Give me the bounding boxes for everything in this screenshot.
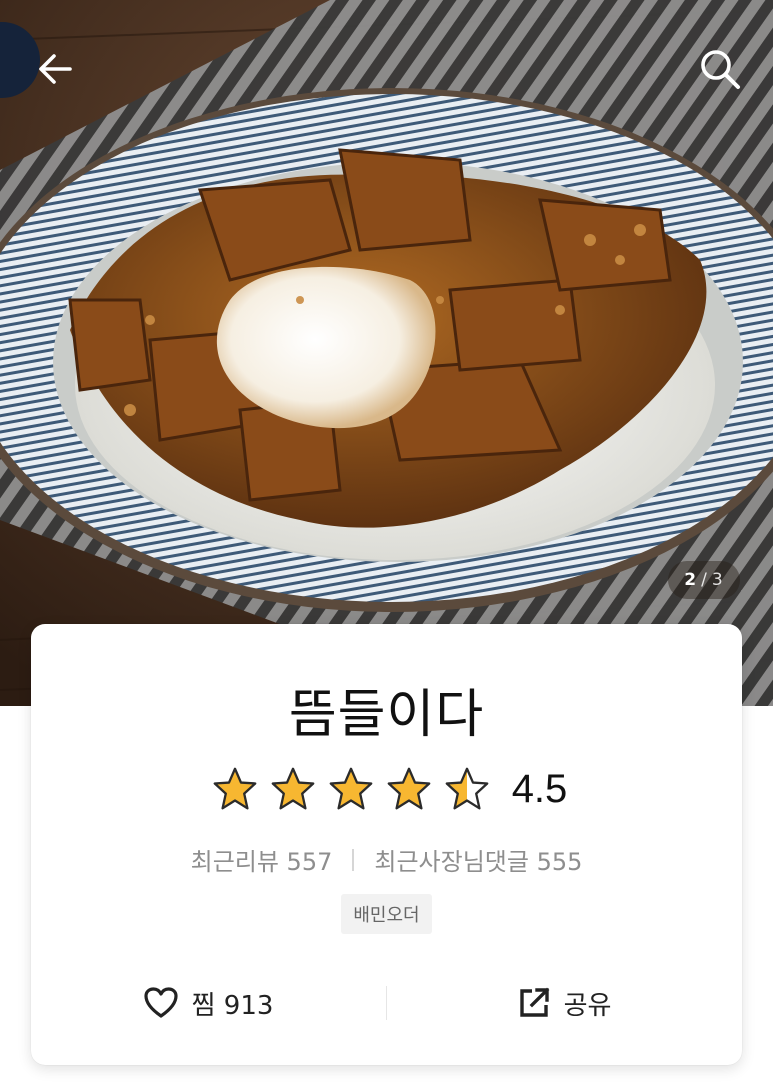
star-full-icon — [271, 767, 315, 810]
food-photo — [0, 0, 773, 706]
star-full-icon — [387, 767, 431, 810]
review-stats: 최근리뷰 557 최근사장님댓글 555 — [31, 842, 742, 877]
rating-row: 4.5 — [31, 766, 742, 812]
star-full-icon — [213, 767, 257, 810]
page-current: 2 — [684, 570, 698, 590]
arrow-left-icon — [39, 54, 72, 84]
rating-value: 4.5 — [511, 766, 568, 811]
share-icon — [519, 987, 549, 1017]
share-label: 공유 — [563, 990, 612, 1021]
badge-wrap: 배민오더 — [31, 894, 742, 934]
page-total: 3 — [711, 570, 724, 590]
back-button[interactable] — [30, 44, 80, 94]
hero-image[interactable]: 2 / 3 — [0, 0, 773, 706]
stats-divider — [352, 848, 355, 871]
like-button[interactable]: 찜 913 — [31, 985, 386, 1022]
recent-owner-replies-link[interactable]: 최근사장님댓글 555 — [374, 842, 582, 877]
image-page-indicator: 2 / 3 — [668, 561, 740, 599]
store-name: 뜸들이다 — [288, 685, 485, 745]
heart-outline-icon — [143, 987, 178, 1018]
star-full-icon — [329, 767, 373, 810]
store-info-card: 뜸들이다 4.5 최근리뷰 557 최근사장님댓글 555 배민오더 찜 913… — [31, 624, 742, 1065]
recent-reviews-link[interactable]: 최근리뷰 557 — [191, 842, 333, 877]
share-button[interactable]: 공유 — [387, 985, 742, 1022]
search-icon — [701, 50, 740, 89]
baemin-order-badge: 배민오더 — [341, 894, 432, 934]
search-button[interactable] — [695, 44, 745, 94]
like-label: 찜 913 — [191, 990, 274, 1021]
page-separator: / — [701, 570, 708, 590]
action-bar: 찜 913 공유 — [31, 978, 742, 1028]
star-half-icon — [445, 767, 489, 810]
